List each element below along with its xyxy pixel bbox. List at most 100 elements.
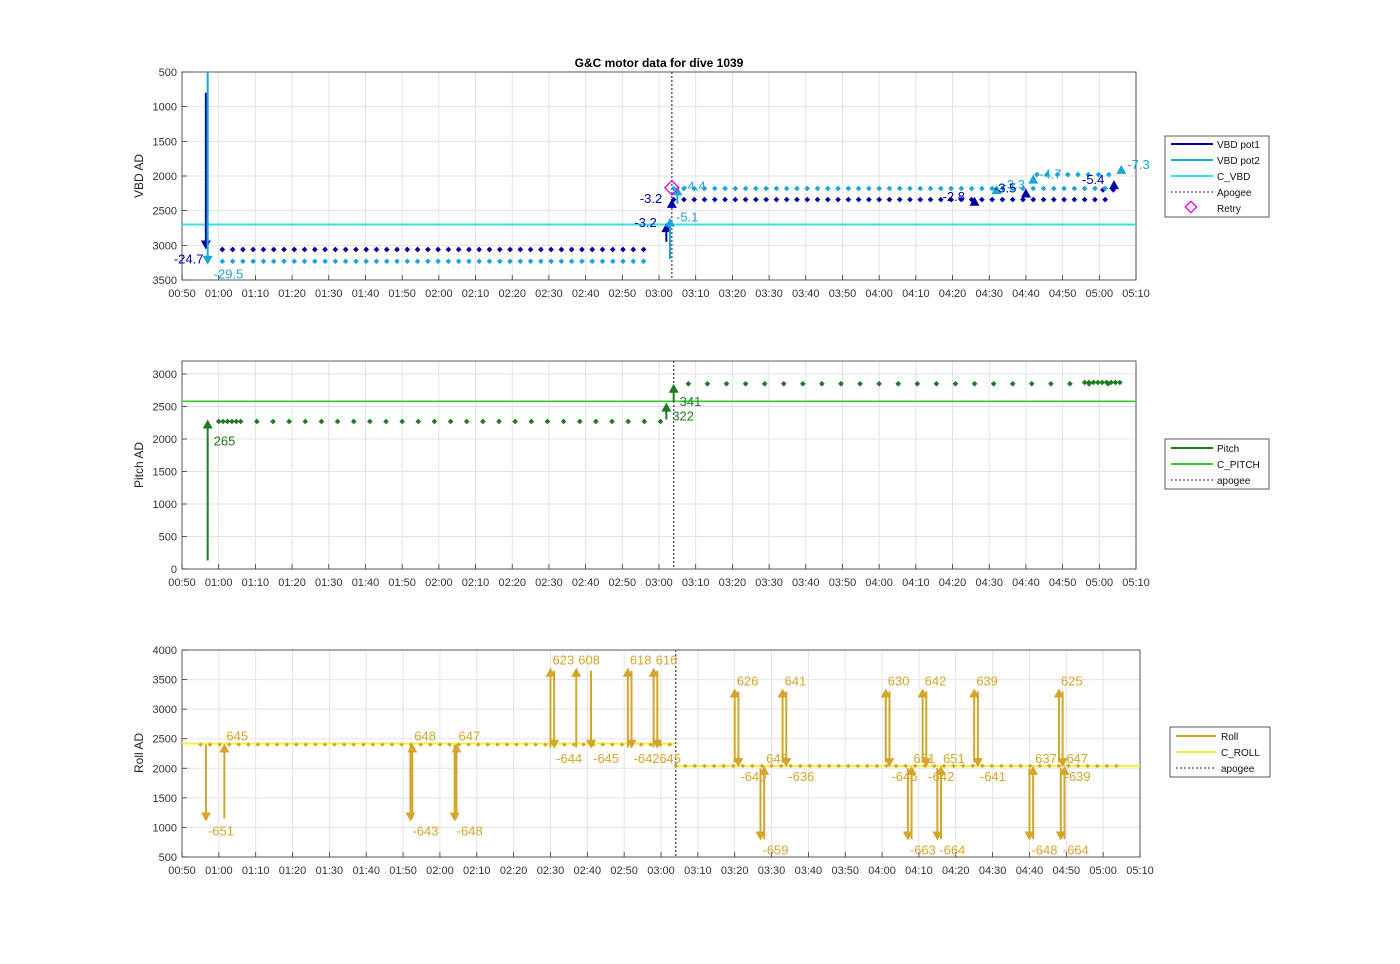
pitch-xtick-label: 03:00 [645,577,673,589]
roll-xtick-label: 04:10 [905,865,933,877]
pitch-legend: Pitch C_PITCH apogee [1164,438,1270,490]
roll-event-label: 623 [552,653,574,668]
pitch-ytick-label: 2000 [153,434,177,446]
pitch-xtick-label: 03:40 [792,577,820,589]
roll-ytick-label: 500 [159,852,177,864]
vbd-xtick-label: 04:00 [865,288,893,300]
vbd-event-label: -3.2 [634,215,656,230]
roll-panel: 00:50 01:00 01:10 01:20 01:30 01:40 01:50 02:00… [132,645,1271,877]
roll-event-label: 647 [1066,751,1088,766]
roll-legend-roll: Roll [1221,732,1238,743]
roll-xtick-label: 03:40 [795,865,823,877]
pitch-xtick-label: 02:50 [609,577,637,589]
vbd-xtick-label: 01:30 [315,288,343,300]
vbd-event-label: -5.1 [676,210,698,225]
pitch-xtick-label: 01:00 [205,577,233,589]
pitch-ytick-label: 1500 [153,467,177,479]
roll-event-label: 648 [414,728,436,743]
roll-xtick-label: 04:40 [1016,865,1044,877]
roll-ytick-label: 4000 [153,645,177,657]
vbd-xtick-label: 03:40 [792,288,820,300]
vbd-event-label: -24.7 [174,251,204,266]
pitch-xtick-label: 03:20 [719,577,747,589]
roll-event-label: -664 [939,842,965,857]
pitch-ytick-label: 1000 [153,499,177,511]
roll-xtick-label: 04:00 [868,865,896,877]
vbd-legend: VBD pot1 VBD pot2 C_VBD Apogee Retry [1164,135,1270,218]
pitch-ylabel: Pitch AD [132,442,146,488]
roll-ytick-label: 1000 [153,822,177,834]
roll-event-label: 637 [1035,751,1057,766]
vbd-xtick-label: 02:20 [498,288,526,300]
roll-event-label: 626 [737,673,759,688]
vbd-xtick-label: 02:10 [462,288,490,300]
roll-xtick-label: 05:00 [1089,865,1117,877]
pitch-xtick-label: 04:20 [939,577,967,589]
roll-xtick-label: 01:50 [389,865,417,877]
vbd-xtick-label: 01:40 [352,288,380,300]
vbd-xtick-label: 02:40 [572,288,600,300]
pitch-xtick-label: 05:10 [1122,577,1150,589]
roll-legend-croll: C_ROLL [1221,748,1260,759]
vbd-event-label: -4.4 [683,178,705,193]
pitch-xtick-label: 01:50 [388,577,416,589]
roll-xtick-label: 01:40 [352,865,380,877]
roll-event-label: 630 [888,673,910,688]
roll-xtick-label: 01:00 [205,865,233,877]
vbd-ytick-label: 3500 [153,275,177,287]
vbd-event-label: -2.8 [943,189,965,204]
roll-event-label: -664 [1063,842,1089,857]
vbd-xtick-label: 03:00 [645,288,673,300]
roll-event-label: -642 [634,751,660,766]
roll-xtick-label: 02:20 [500,865,528,877]
roll-xtick-label: 04:20 [942,865,970,877]
roll-legend-apogee: apogee [1221,764,1255,775]
pitch-xtick-label: 01:40 [352,577,380,589]
vbd-ylabel: VBD AD [132,154,146,198]
pitch-xtick-label: 04:50 [1049,577,1077,589]
pitch-ytick-label: 0 [171,564,177,576]
pitch-xtick-label: 03:50 [829,577,857,589]
vbd-xtick-label: 01:10 [242,288,270,300]
roll-event-label: 618 [630,653,652,668]
roll-event-label: 641 [785,673,807,688]
pitch-legend-cpitch: C_PITCH [1217,460,1260,471]
vbd-panel: 00:50 01:00 01:10 01:20 01:30 01:40 01:50 02:00… [132,67,1270,300]
roll-xtick-label: 03:30 [758,865,786,877]
pitch-xtick-label: 02:30 [535,577,563,589]
roll-ytick-label: 3500 [153,675,177,687]
pitch-event-label: 265 [214,434,236,449]
roll-event-label: 625 [1061,673,1083,688]
vbd-xtick-label: 02:50 [609,288,637,300]
roll-event-label: -663 [910,842,936,857]
vbd-xtick-label: 01:00 [205,288,233,300]
pitch-xtick-label: 02:00 [425,577,453,589]
vbd-ytick-label: 2000 [153,171,177,183]
pitch-xtick-label: 04:00 [865,577,893,589]
pitch-xtick-label: 03:30 [755,577,783,589]
roll-event-label: 651 [943,751,965,766]
roll-xtick-label: 03:00 [647,865,675,877]
roll-xtick-label: 02:30 [537,865,565,877]
vbd-xtick-label: 04:30 [975,288,1003,300]
vbd-event-label: -7.3 [1127,157,1149,172]
roll-xtick-label: 03:20 [721,865,749,877]
pitch-xtick-label: 04:10 [902,577,930,589]
roll-ylabel: Roll AD [132,733,146,773]
vbd-legend-apogee: Apogee [1217,188,1252,199]
vbd-legend-pot1: VBD pot1 [1217,140,1260,151]
roll-xtick-label: 02:50 [610,865,638,877]
vbd-event-label: -29.5 [214,267,244,282]
vbd-ytick-label: 1000 [153,102,177,114]
roll-event-label: -648 [457,824,483,839]
roll-event-label: 647 [459,728,481,743]
roll-xtick-label: 02:10 [463,865,491,877]
roll-event-label: 642 [925,673,947,688]
vbd-xtick-label: 04:10 [902,288,930,300]
pitch-legend-pitch: Pitch [1217,444,1239,455]
pitch-ytick-label: 500 [159,532,177,544]
roll-event-label: -643 [412,824,438,839]
vbd-event-label: -3.5 [994,180,1016,195]
roll-ytick-label: 1500 [153,793,177,805]
roll-event-label: 616 [656,653,678,668]
